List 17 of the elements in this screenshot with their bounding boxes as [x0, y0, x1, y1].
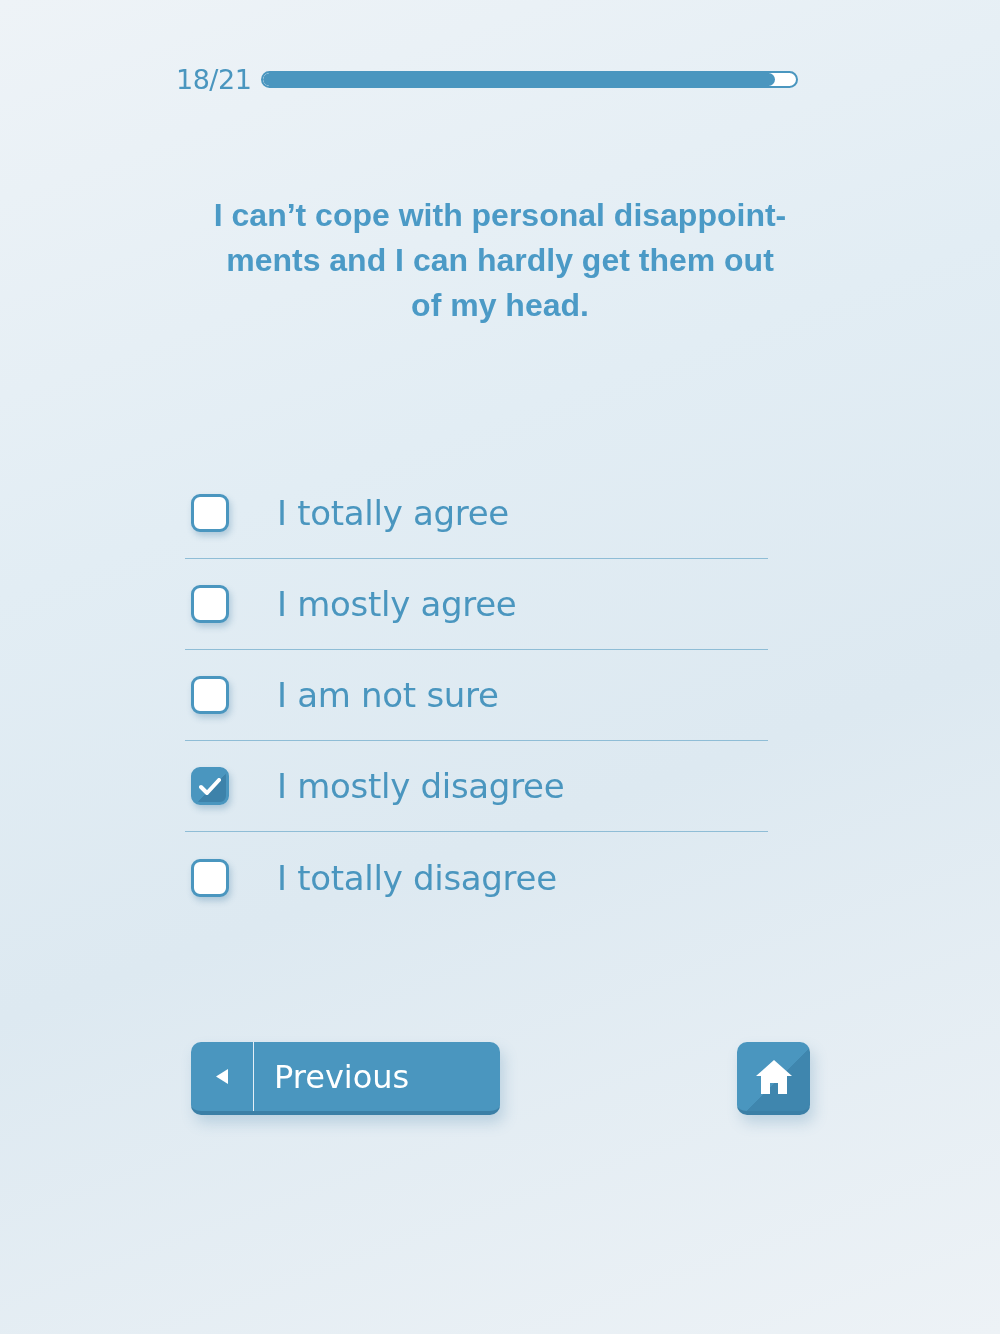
option-checkbox[interactable]	[191, 767, 229, 805]
option-label[interactable]: I totally agree	[277, 493, 509, 533]
question-text: I can’t cope with personal disappoint- ments and I can hardly get them out of my head.	[212, 196, 788, 325]
home-button[interactable]	[737, 1042, 810, 1115]
option-checkbox[interactable]	[191, 494, 229, 532]
option-label[interactable]: I mostly agree	[277, 584, 517, 624]
option-label[interactable]: I mostly disagree	[277, 766, 565, 806]
check-icon	[199, 777, 221, 795]
option-label[interactable]: I totally disagree	[277, 857, 557, 898]
option-label[interactable]: I am not sure	[277, 675, 499, 715]
option-checkbox[interactable]	[191, 585, 229, 623]
caret-left-icon	[216, 1069, 228, 1084]
option-checkbox[interactable]	[191, 858, 229, 897]
progress-counter: 18/21	[176, 64, 252, 95]
home-icon	[754, 1058, 793, 1095]
previous-button[interactable]: Previous	[191, 1042, 500, 1115]
option-checkbox[interactable]	[191, 676, 229, 714]
